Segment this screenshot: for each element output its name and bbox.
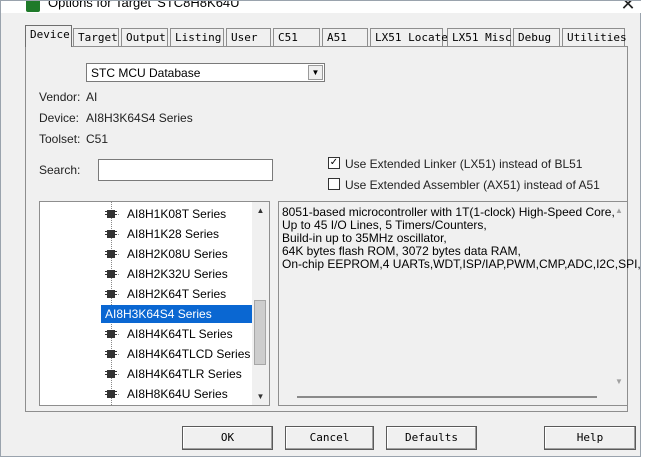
tree-item[interactable]: AI8H4K64TLCD Series [40,344,252,364]
chevron-down-icon[interactable]: ▼ [308,65,323,80]
cancel-button[interactable]: Cancel [285,426,374,450]
hscrollbar-thumb[interactable] [297,396,597,398]
tree-item-label: AI8H4K64TLR Series [102,365,245,383]
description-line: On-chip EEPROM,4 UARTs,WDT,ISP/IAP,PWM,C… [282,257,641,271]
scroll-up-icon[interactable]: ▲ [611,202,627,219]
tab-device[interactable]: Device [25,25,72,47]
tree-item-label: AI8H1K28 Series [102,225,222,243]
search-label: Search: [39,163,81,177]
tree-item[interactable]: AI8H8K64U Series [40,384,252,404]
tab-lx51-misc[interactable]: LX51 Misc [447,28,512,46]
tree-item-label: AI8H4K64TLCD Series [102,345,253,363]
tab-c51[interactable]: C51 [273,28,320,46]
device-label: Device: [39,111,80,125]
chip-icon [105,390,117,398]
tree-item-label: AI8H2K08U Series [102,245,231,263]
tree-item-label: AI8H4K64TL Series [102,325,236,343]
description-line: 64K bytes flash ROM, 3072 bytes data RAM… [282,244,521,258]
description-line: Build-in up to 35MHz oscillator, [282,231,447,245]
options-dialog: Options for Target 'STC8H8K64U' ✕ Device… [0,0,642,457]
tree-item-label: AI8H2K32U Series [102,265,231,283]
tab-target[interactable]: Target [73,28,119,46]
tree-item-label: AI8H3K64S4 Series [101,305,252,323]
scroll-down-icon[interactable]: ▼ [611,373,627,390]
close-icon[interactable]: ✕ [619,1,637,13]
defaults-button[interactable]: Defaults [386,426,477,450]
chip-icon [105,290,117,298]
tree-scrollbar[interactable]: ▲ ▼ [252,202,269,405]
tree-item[interactable]: AI8H2K64T Series [40,284,252,304]
database-select[interactable]: STC MCU Database ▼ [86,63,325,82]
device-tree[interactable]: AI8H1K08T Series AI8H1K28 Series AI8H2K0… [39,201,270,406]
extended-linker-label[interactable]: Use Extended Linker (LX51) instead of BL… [345,157,582,171]
description-line: 8051-based microcontroller with 1T(1-clo… [282,205,615,219]
tree-item[interactable]: AI8H4K64TLR Series [40,364,252,384]
chip-icon [105,210,117,218]
device-value: AI8H3K64S4 Series [86,111,193,125]
tab-output[interactable]: Output [121,28,168,46]
chip-icon [105,370,117,378]
tab-user[interactable]: User [226,28,271,46]
tab-utilities[interactable]: Utilities [562,28,627,46]
scroll-up-icon[interactable]: ▲ [252,202,269,219]
tab-a51[interactable]: A51 [322,28,368,46]
description-line: Up to 45 I/O Lines, 5 Timers/Counters, [282,218,487,232]
app-icon [26,1,40,12]
ok-button[interactable]: OK [182,426,273,450]
database-select-value: STC MCU Database [91,66,201,80]
tree-item-label: AI8H2K64T Series [102,285,229,303]
tab-lx51-locate[interactable]: LX51 Locate [370,28,448,46]
vendor-value: AI [86,90,98,104]
description-vscrollbar[interactable]: ▲ ▼ [611,202,627,390]
scrollbar-thumb[interactable] [254,300,266,365]
tree-item[interactable]: AI8H1K08T Series [40,204,252,224]
toolset-value: C51 [86,132,109,146]
chip-icon [105,330,117,338]
window-title: Options for Target 'STC8H8K64U' [48,1,243,10]
chip-icon [105,230,117,238]
tree-item-label: AI8H8K64U Series [102,385,231,403]
tree-item[interactable]: AI8H4K64TL Series [40,324,252,344]
extended-assembler-checkbox[interactable] [328,178,340,190]
tree-item-selected[interactable]: AI8H3K64S4 Series [40,304,252,324]
tab-listing[interactable]: Listing [170,28,224,46]
extended-assembler-label[interactable]: Use Extended Assembler (AX51) instead of… [345,178,600,192]
search-input[interactable] [98,159,273,181]
tab-debug[interactable]: Debug [513,28,560,46]
tree-item[interactable]: AI8H2K08U Series [40,244,252,264]
toolset-label: Toolset: [39,132,81,146]
tree-item-label: AI8H1K08T Series [102,205,229,223]
title-bar: Options for Target 'STC8H8K64U' ✕ [1,1,642,13]
chip-icon [105,350,117,358]
description-hscrollbar[interactable] [279,389,613,405]
chip-icon [105,250,117,258]
scroll-down-icon[interactable]: ▼ [252,388,269,405]
tree-item[interactable]: AI8H2K32U Series [40,264,252,284]
extended-linker-checkbox[interactable]: ✓ [328,157,340,169]
chip-icon [105,270,117,278]
help-button[interactable]: Help [544,426,636,450]
vendor-label: Vendor: [39,90,81,104]
device-description: 8051-based microcontroller with 1T(1-clo… [278,201,641,406]
tree-item[interactable]: AI8H1K28 Series [40,224,252,244]
